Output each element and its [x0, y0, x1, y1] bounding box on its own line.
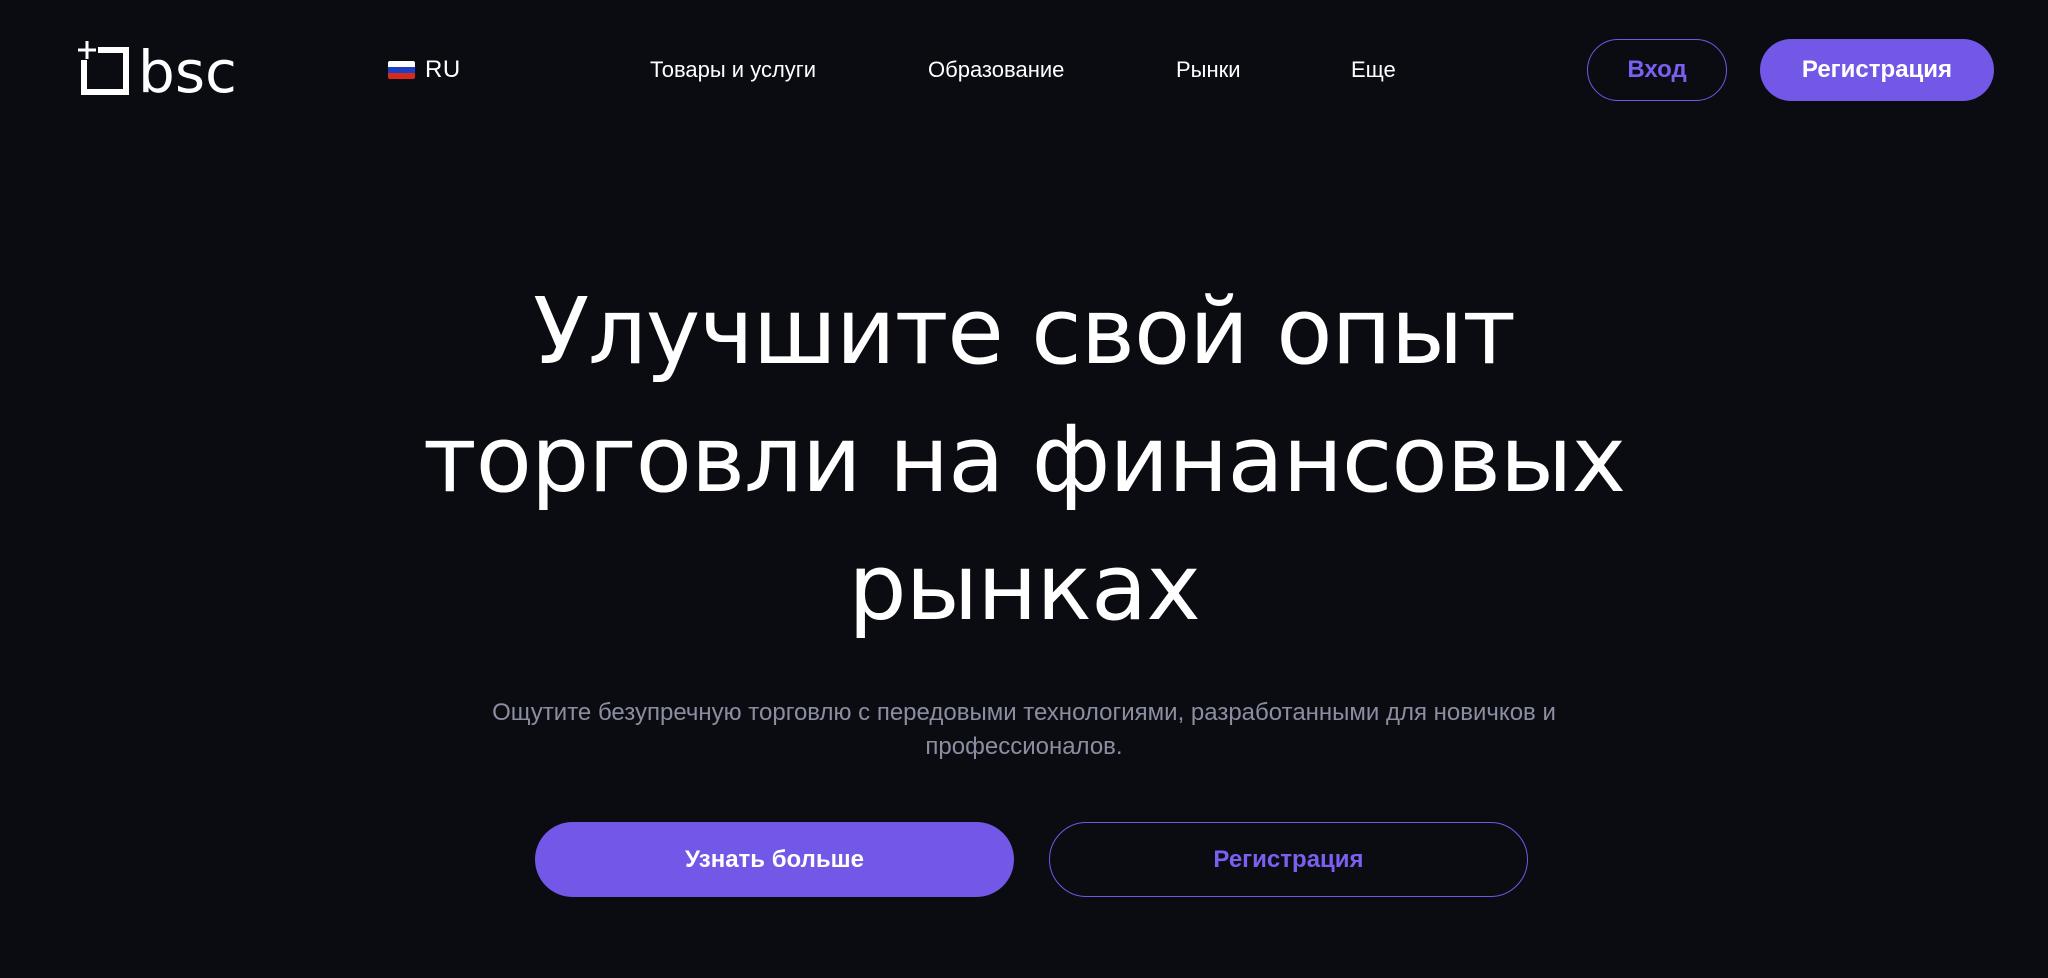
hero-title-line: Улучшите свой опыт: [533, 278, 1516, 385]
hero-subtitle: Ощутите безупречную торговлю с передовым…: [424, 696, 1624, 764]
site-header: bsc RU Товары и услуги Образование Рынки…: [0, 0, 2048, 140]
hero-title-line: торговли на финансовых: [422, 406, 1626, 513]
register-button-header[interactable]: Регистрация: [1760, 39, 1994, 101]
nav-item-more[interactable]: Еще: [1351, 52, 1396, 88]
nav-item-markets[interactable]: Рынки: [1176, 52, 1241, 88]
hero-subtitle-line: Ощутите безупречную торговлю с передовым…: [492, 699, 1556, 726]
login-button[interactable]: Вход: [1587, 39, 1727, 101]
hero-title: Улучшите свой опыт торговли на финансовы…: [224, 268, 1824, 652]
learn-more-button[interactable]: Узнать больше: [535, 822, 1014, 897]
main-nav: Товары и услуги Образование Рынки Еще: [0, 52, 2048, 88]
nav-item-products[interactable]: Товары и услуги: [650, 52, 816, 88]
landing-page: bsc RU Товары и услуги Образование Рынки…: [0, 0, 2048, 978]
hero-subtitle-line: профессионалов.: [925, 733, 1123, 760]
hero-title-line: рынках: [848, 534, 1201, 641]
hero-cta-row: Узнать больше Регистрация: [0, 822, 2048, 898]
register-button-hero[interactable]: Регистрация: [1049, 822, 1528, 897]
nav-item-education[interactable]: Образование: [928, 52, 1064, 88]
